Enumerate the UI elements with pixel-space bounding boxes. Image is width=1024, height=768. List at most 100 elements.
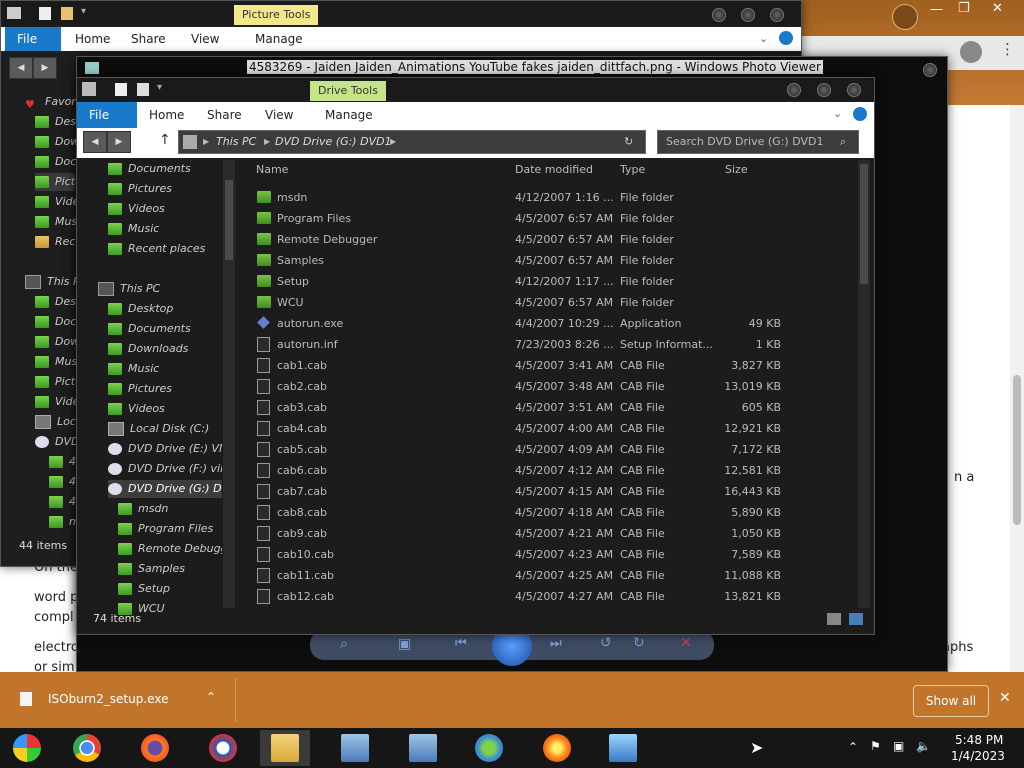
tab-home[interactable]: Home — [137, 102, 196, 128]
file-row[interactable]: msdn 4/12/2007 1:16 ... File folder — [255, 187, 855, 208]
tab-home[interactable]: Home — [63, 27, 122, 51]
nav-item[interactable]: Videos — [108, 200, 165, 218]
file-row[interactable]: cab10.cab 4/5/2007 4:23 AM CAB File 7,589 K… — [255, 544, 855, 565]
chevron-down-icon[interactable]: ▾ — [81, 6, 86, 17]
nav-item[interactable]: WCU — [118, 600, 165, 618]
file-row[interactable]: autorun.exe 4/4/2007 10:29 ... Application… — [255, 313, 855, 334]
search-icon[interactable]: ⌕ — [840, 131, 846, 153]
minimize-button[interactable] — [787, 83, 801, 97]
taskbar-messenger[interactable] — [464, 730, 514, 766]
flag-icon[interactable]: ⚑ — [870, 739, 881, 753]
taskbar-chrome[interactable] — [62, 730, 112, 766]
chevron-up-icon[interactable]: ⌃ — [206, 690, 216, 704]
profile-avatar[interactable] — [892, 4, 918, 30]
back-button[interactable]: ◀ — [83, 131, 107, 153]
nav-item[interactable]: Pictures — [108, 380, 172, 398]
nav-item[interactable]: Doc — [35, 153, 76, 171]
nav-item[interactable]: Program Files — [118, 520, 213, 538]
nav-item[interactable]: Mus — [35, 353, 77, 371]
taskbar-app[interactable] — [198, 730, 248, 766]
nav-item[interactable]: Documents — [108, 160, 191, 178]
file-row[interactable]: Samples 4/5/2007 6:57 AM File folder — [255, 250, 855, 271]
minimize-button[interactable] — [712, 8, 726, 22]
clock-time[interactable]: 5:48 PM — [955, 733, 1003, 747]
file-row[interactable]: Remote Debugger 4/5/2007 6:57 AM File fold… — [255, 229, 855, 250]
up-icon[interactable]: ↑ — [159, 132, 171, 148]
maximize-icon[interactable]: ❐ — [958, 1, 970, 16]
file-row[interactable]: cab7.cab 4/5/2007 4:15 AM CAB File 16,443 K… — [255, 481, 855, 502]
zoom-icon[interactable]: ⌕ — [340, 636, 348, 652]
rotate-right-icon[interactable]: ↻ — [633, 635, 645, 651]
tab-share[interactable]: Share — [195, 102, 254, 128]
nav-item[interactable]: Music — [108, 220, 159, 238]
file-row[interactable]: cab3.cab 4/5/2007 3:51 AM CAB File 605 KB — [255, 397, 855, 418]
nav-item[interactable]: Desktop — [108, 300, 173, 318]
nav-item[interactable]: Dow — [35, 333, 79, 351]
nav-item[interactable]: Local Disk (C:) — [108, 420, 209, 438]
help-icon[interactable] — [853, 107, 867, 121]
menu-icon[interactable]: ⋮ — [1000, 40, 1015, 58]
context-tab-label[interactable]: Picture Tools — [234, 5, 319, 25]
taskbar-setup-2[interactable] — [398, 730, 448, 766]
address-bar[interactable]: ▶ This PC ▶ DVD Drive (G:) DVD1 ▶ ↻ — [178, 130, 646, 154]
file-row[interactable]: cab6.cab 4/5/2007 4:12 AM CAB File 12,581 K… — [255, 460, 855, 481]
nav-item[interactable]: Doc — [35, 313, 76, 331]
nav-item[interactable]: Downloads — [108, 340, 188, 358]
title-bar[interactable]: ▾ Picture Tools — [1, 1, 801, 25]
nav-item[interactable]: Music — [108, 360, 159, 378]
chevron-down-icon[interactable]: ▾ — [157, 82, 162, 93]
nav-item[interactable]: Dow — [35, 133, 79, 151]
tab-view[interactable]: View — [253, 102, 305, 128]
previous-icon[interactable]: ⏮ — [455, 636, 467, 651]
new-folder-icon[interactable] — [61, 7, 73, 20]
back-button[interactable]: ◀ — [9, 57, 33, 79]
tab-share[interactable]: Share — [119, 27, 178, 51]
maximize-button[interactable] — [741, 8, 755, 22]
search-input[interactable]: Search DVD Drive (G:) DVD1 ⌕ — [657, 130, 859, 154]
nav-item[interactable]: This PC — [98, 280, 160, 298]
maximize-button[interactable] — [817, 83, 831, 97]
rotate-left-icon[interactable]: ↺ — [600, 635, 612, 651]
details-view-icon[interactable] — [827, 613, 841, 625]
file-row[interactable]: Program Files 4/5/2007 6:57 AM File folder — [255, 208, 855, 229]
start-button[interactable] — [2, 730, 52, 766]
nav-item[interactable]: Pictures — [108, 180, 172, 198]
title-bar[interactable]: ▾ Drive Tools — [77, 78, 874, 101]
nav-item[interactable]: Vide — [35, 193, 79, 211]
column-header-name[interactable]: Name — [256, 162, 288, 178]
taskbar-setup[interactable] — [330, 730, 380, 766]
page-scrollbar[interactable] — [1010, 105, 1024, 675]
properties-icon[interactable] — [115, 83, 127, 96]
nav-item[interactable]: Documents — [108, 320, 191, 338]
nav-item[interactable]: DVD Drive (E:) VM — [108, 440, 222, 458]
file-row[interactable]: cab9.cab 4/5/2007 4:21 AM CAB File 1,050 KB — [255, 523, 855, 544]
nav-item[interactable]: This P — [25, 273, 80, 291]
nav-item[interactable]: Recent places — [108, 240, 205, 258]
context-tab-label[interactable]: Drive Tools — [310, 81, 386, 101]
taskbar-burn-app[interactable] — [532, 730, 582, 766]
download-item[interactable]: ISOburn2_setup.exe ⌃ — [0, 672, 236, 728]
forward-button[interactable]: ▶ — [33, 57, 57, 79]
actual-size-icon[interactable]: ▣ — [398, 636, 411, 652]
large-icons-view-icon[interactable] — [849, 613, 863, 625]
file-scrollbar[interactable] — [858, 160, 870, 608]
scrollbar-thumb[interactable] — [225, 180, 233, 260]
nav-item[interactable]: Remote Debugg — [118, 540, 222, 558]
scrollbar-thumb[interactable] — [1013, 375, 1021, 525]
close-button[interactable] — [923, 63, 937, 77]
file-row[interactable]: cab4.cab 4/5/2007 4:00 AM CAB File 12,921 K… — [255, 418, 855, 439]
file-row[interactable]: cab2.cab 4/5/2007 3:48 AM CAB File 13,019 K… — [255, 376, 855, 397]
volume-icon[interactable]: 🔈 — [916, 739, 931, 753]
tab-file[interactable]: File — [5, 27, 61, 51]
taskbar-file-explorer[interactable] — [260, 730, 310, 766]
nav-item[interactable]: DVD Drive (G:) DV — [108, 480, 222, 498]
nav-item[interactable]: msdn — [118, 500, 168, 518]
breadcrumb-drive[interactable]: DVD Drive (G:) DVD1 — [275, 131, 392, 153]
column-header-size[interactable]: Size — [725, 162, 748, 178]
delete-icon[interactable]: ✕ — [680, 635, 692, 651]
nav-item[interactable]: Videos — [108, 400, 165, 418]
nav-item[interactable]: DVD Drive (F:) vir — [108, 460, 222, 478]
taskbar-firefox[interactable] — [130, 730, 180, 766]
clock-date[interactable]: 1/4/2023 — [951, 749, 1005, 763]
file-row[interactable]: cab1.cab 4/5/2007 3:41 AM CAB File 3,827 KB — [255, 355, 855, 376]
